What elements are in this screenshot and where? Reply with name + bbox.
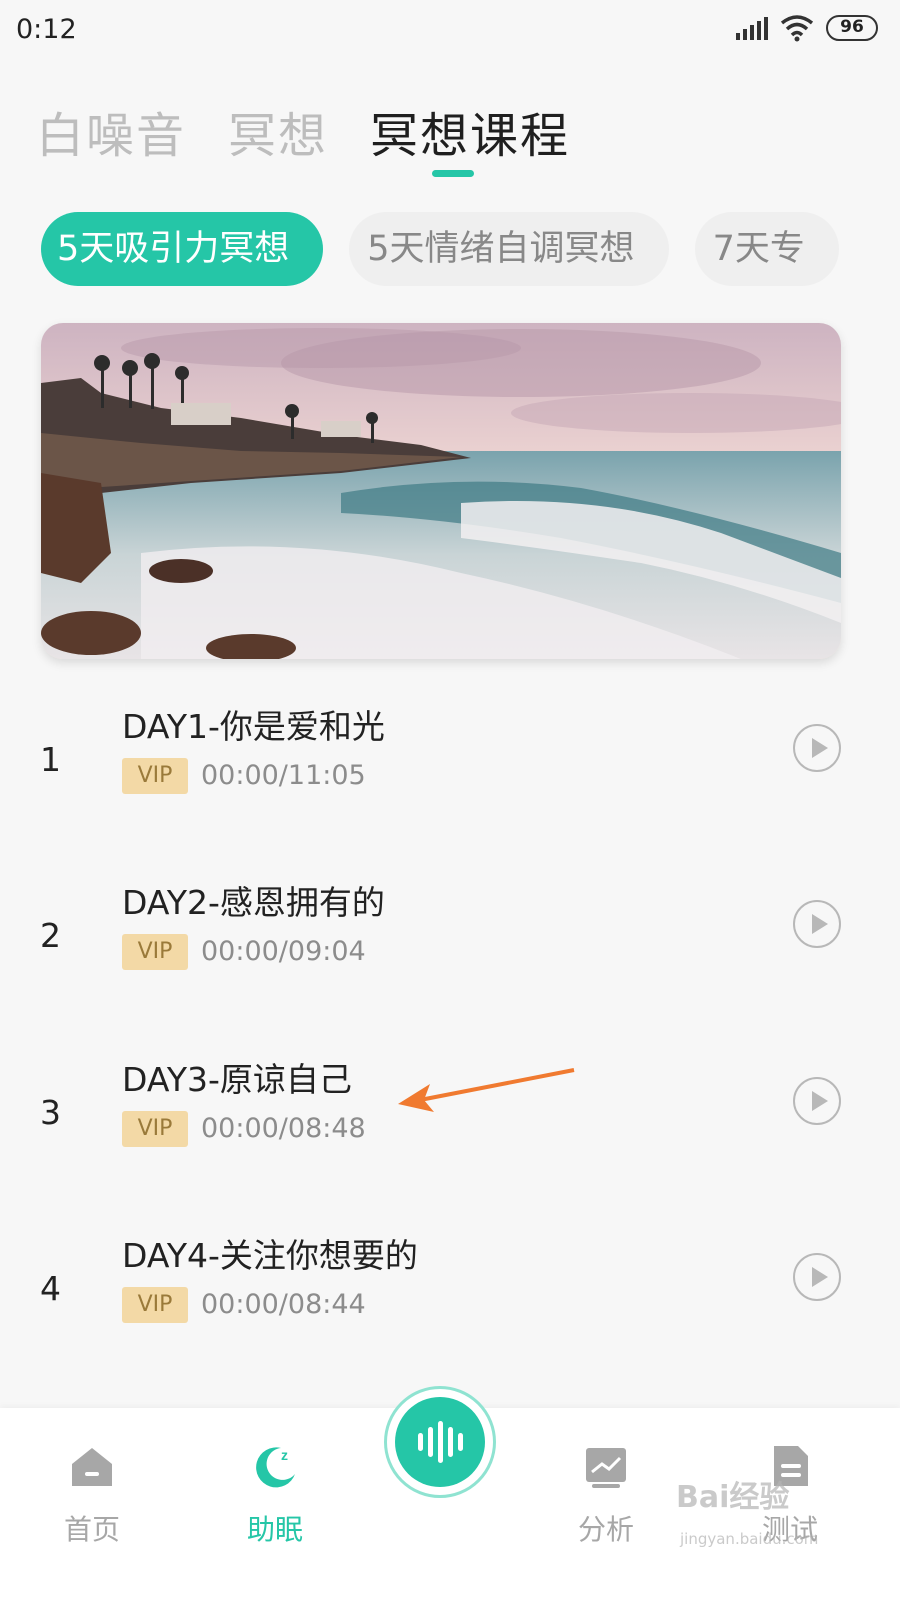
play-button[interactable] <box>793 1253 841 1301</box>
nav-sleep[interactable]: z 助眠 <box>215 1408 335 1600</box>
chip-attraction-meditation[interactable]: 5天吸引力冥想 <box>41 212 324 286</box>
top-tabs: 白噪音 冥想 冥想课程 <box>36 96 570 166</box>
course-number: 3 <box>40 1093 61 1132</box>
battery-indicator: 96 <box>826 15 878 41</box>
course-number: 2 <box>40 916 61 955</box>
signal-icon <box>736 16 768 40</box>
chip-seven-day[interactable]: 7天专 <box>694 212 839 286</box>
status-icons: 96 <box>736 14 878 42</box>
course-number: 1 <box>40 740 61 779</box>
play-button[interactable] <box>793 1077 841 1125</box>
watermark-url: jingyan.baidu.com <box>680 1530 819 1548</box>
tab-meditation-course[interactable]: 冥想课程 <box>370 96 570 166</box>
course-duration: 00:00/08:44 <box>201 1289 366 1320</box>
course-duration: 00:00/09:04 <box>201 936 366 967</box>
tab-meditation[interactable]: 冥想 <box>228 96 328 166</box>
vip-badge: VIP <box>122 1111 188 1147</box>
svg-text:z: z <box>281 1447 288 1463</box>
vip-badge: VIP <box>122 1287 188 1323</box>
watermark-logo: Bai经验 <box>676 1480 790 1515</box>
vip-badge: VIP <box>122 934 188 970</box>
course-list-item[interactable]: 2 DAY2-感恩拥有的 VIP 00:00/09:04 <box>0 876 900 1006</box>
play-button[interactable] <box>793 900 841 948</box>
course-title: DAY3-原谅自己 <box>122 1060 352 1099</box>
play-button[interactable] <box>793 724 841 772</box>
nav-analysis[interactable]: 分析 <box>546 1408 666 1600</box>
wifi-icon <box>780 15 814 42</box>
center-sound-button[interactable] <box>384 1386 496 1498</box>
nav-sleep-label: 助眠 <box>246 1513 303 1546</box>
chip-emotion-meditation[interactable]: 5天情绪自调冥想 <box>349 212 669 286</box>
nav-analysis-label: 分析 <box>577 1513 634 1546</box>
course-number: 4 <box>40 1269 61 1308</box>
category-chips: 5天吸引力冥想 5天情绪自调冥想 7天专 <box>41 212 865 288</box>
nav-home-label: 首页 <box>63 1513 120 1546</box>
course-banner-image <box>41 323 841 659</box>
course-title: DAY1-你是爱和光 <box>122 707 385 746</box>
home-icon <box>72 1448 112 1486</box>
course-title: DAY2-感恩拥有的 <box>122 883 385 922</box>
course-duration: 00:00/11:05 <box>201 760 366 791</box>
analysis-chart-icon <box>586 1448 626 1488</box>
course-title: DAY4-关注你想要的 <box>122 1236 418 1275</box>
status-time: 0:12 <box>16 14 77 45</box>
course-list-item[interactable]: 4 DAY4-关注你想要的 VIP 00:00/08:44 <box>0 1229 900 1359</box>
vip-badge: VIP <box>122 758 188 794</box>
tab-white-noise[interactable]: 白噪音 <box>36 96 186 166</box>
course-duration: 00:00/08:48 <box>201 1113 366 1144</box>
status-bar: 0:12 96 <box>0 0 900 60</box>
sleep-moon-icon: z <box>256 1447 295 1488</box>
annotation-arrow-icon <box>398 1068 575 1112</box>
active-tab-indicator <box>432 170 474 177</box>
nav-home[interactable]: 首页 <box>32 1408 152 1600</box>
sound-wave-icon <box>395 1397 485 1487</box>
course-list-item[interactable]: 1 DAY1-你是爱和光 VIP 00:00/11:05 <box>0 700 900 830</box>
